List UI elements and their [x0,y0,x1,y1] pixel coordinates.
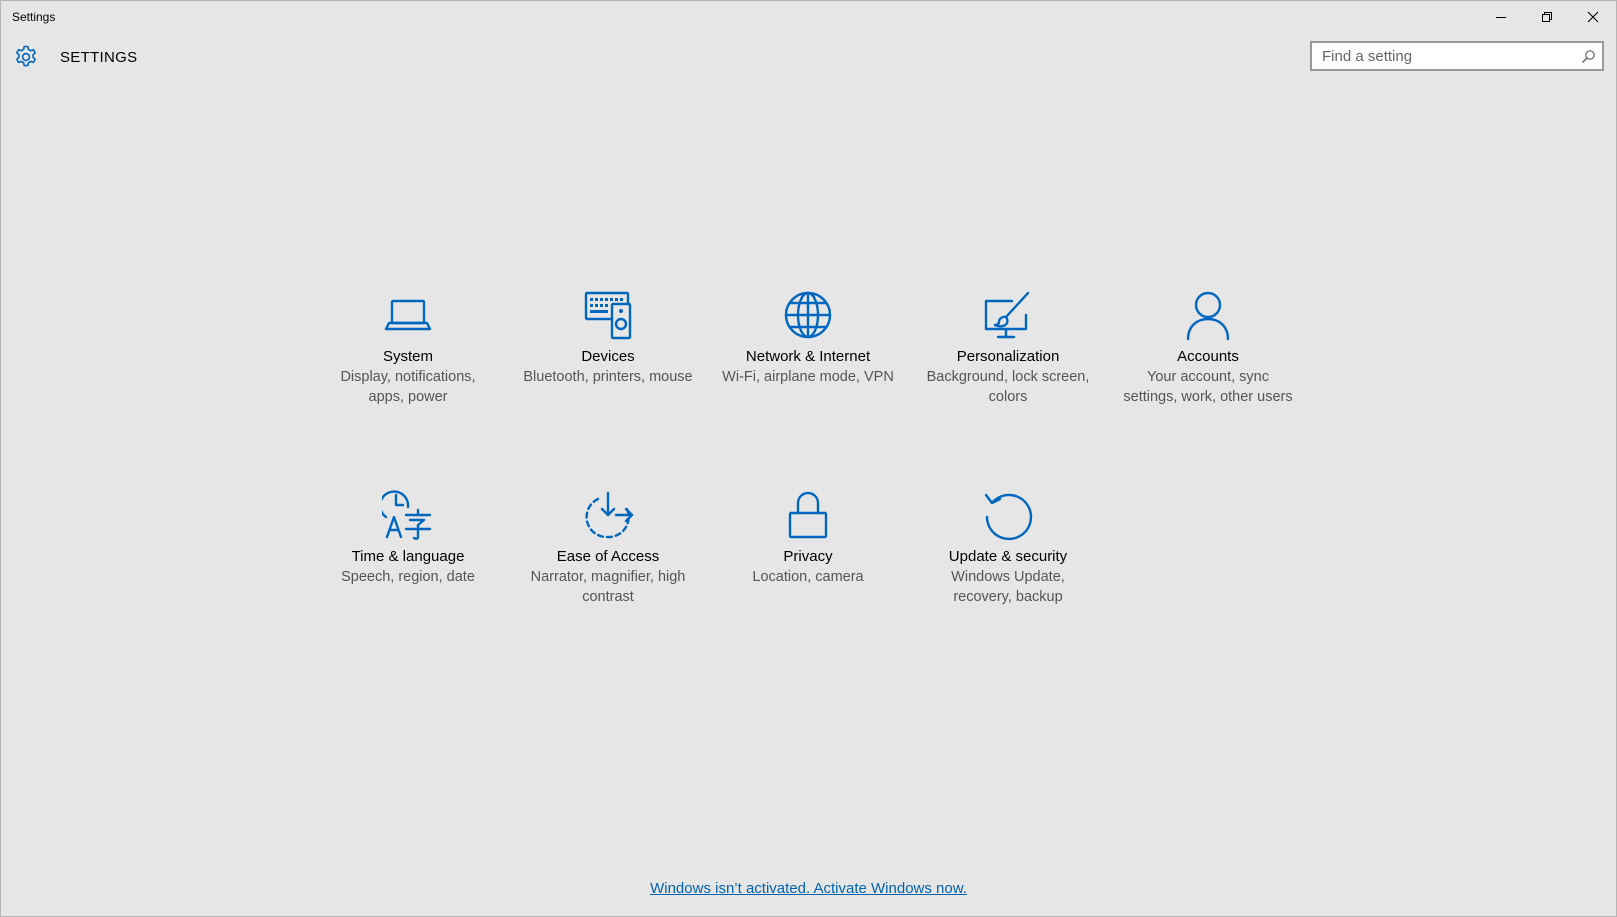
tile-update-security[interactable]: Update & security Windows Update, recove… [912,489,1104,607]
time-language-icon [382,490,432,540]
tile-time-language[interactable]: Time & language Speech, region, date [312,489,504,587]
tile-title: Accounts [1177,348,1239,365]
tile-description: Background, lock screen, colors [926,369,1090,405]
update-icon [984,493,1033,541]
tile-description: Location, camera [752,569,864,585]
tile-title: Personalization [956,348,1060,365]
settings-grid: System Display, notifications, apps, pow… [1,1,1616,916]
tile-description: Speech, region, date [341,569,475,585]
activate-windows-link[interactable]: Windows isn’t activated. Activate Window… [650,880,967,897]
tile-system[interactable]: System Display, notifications, apps, pow… [312,289,504,407]
tile-description: Wi-Fi, airplane mode, VPN [722,369,894,385]
personalization-icon [984,291,1030,339]
person-icon [1186,291,1230,341]
tile-network[interactable]: Network & Internet Wi-Fi, airplane mode,… [712,289,904,387]
tile-description: Display, notifications, apps, power [340,369,476,405]
devices-icon [584,291,632,340]
tile-devices[interactable]: Devices Bluetooth, printers, mouse [512,289,704,387]
tile-personalization[interactable]: Personalization Background, lock screen,… [912,289,1104,407]
tile-title: Time & language [351,548,465,565]
tile-title: Privacy [783,548,833,565]
tile-description: Narrator, magnifier, high contrast [530,569,686,605]
tile-title: Network & Internet [745,348,871,365]
settings-window: Settings SETTINGS Find a setting System … [0,0,1617,917]
tile-title: Devices [581,348,635,365]
tile-description: Your account, sync settings, work, other… [1123,369,1293,405]
tile-ease-of-access[interactable]: Ease of Access Narrator, magnifier, high… [512,489,704,607]
tile-description: Bluetooth, printers, mouse [523,369,693,385]
tile-title: Ease of Access [556,548,660,565]
tile-title: Update & security [948,548,1068,565]
tile-accounts[interactable]: Accounts Your account, sync settings, wo… [1112,289,1304,407]
tile-privacy[interactable]: Privacy Location, camera [712,489,904,587]
tile-description: Windows Update, recovery, backup [951,569,1065,605]
ease-of-access-icon [585,491,634,539]
tile-title: System [382,348,433,365]
lock-icon [788,491,828,539]
laptop-icon [384,299,432,331]
globe-icon [784,291,832,339]
activation-notice: Windows isn’t activated. Activate Window… [1,880,1616,897]
